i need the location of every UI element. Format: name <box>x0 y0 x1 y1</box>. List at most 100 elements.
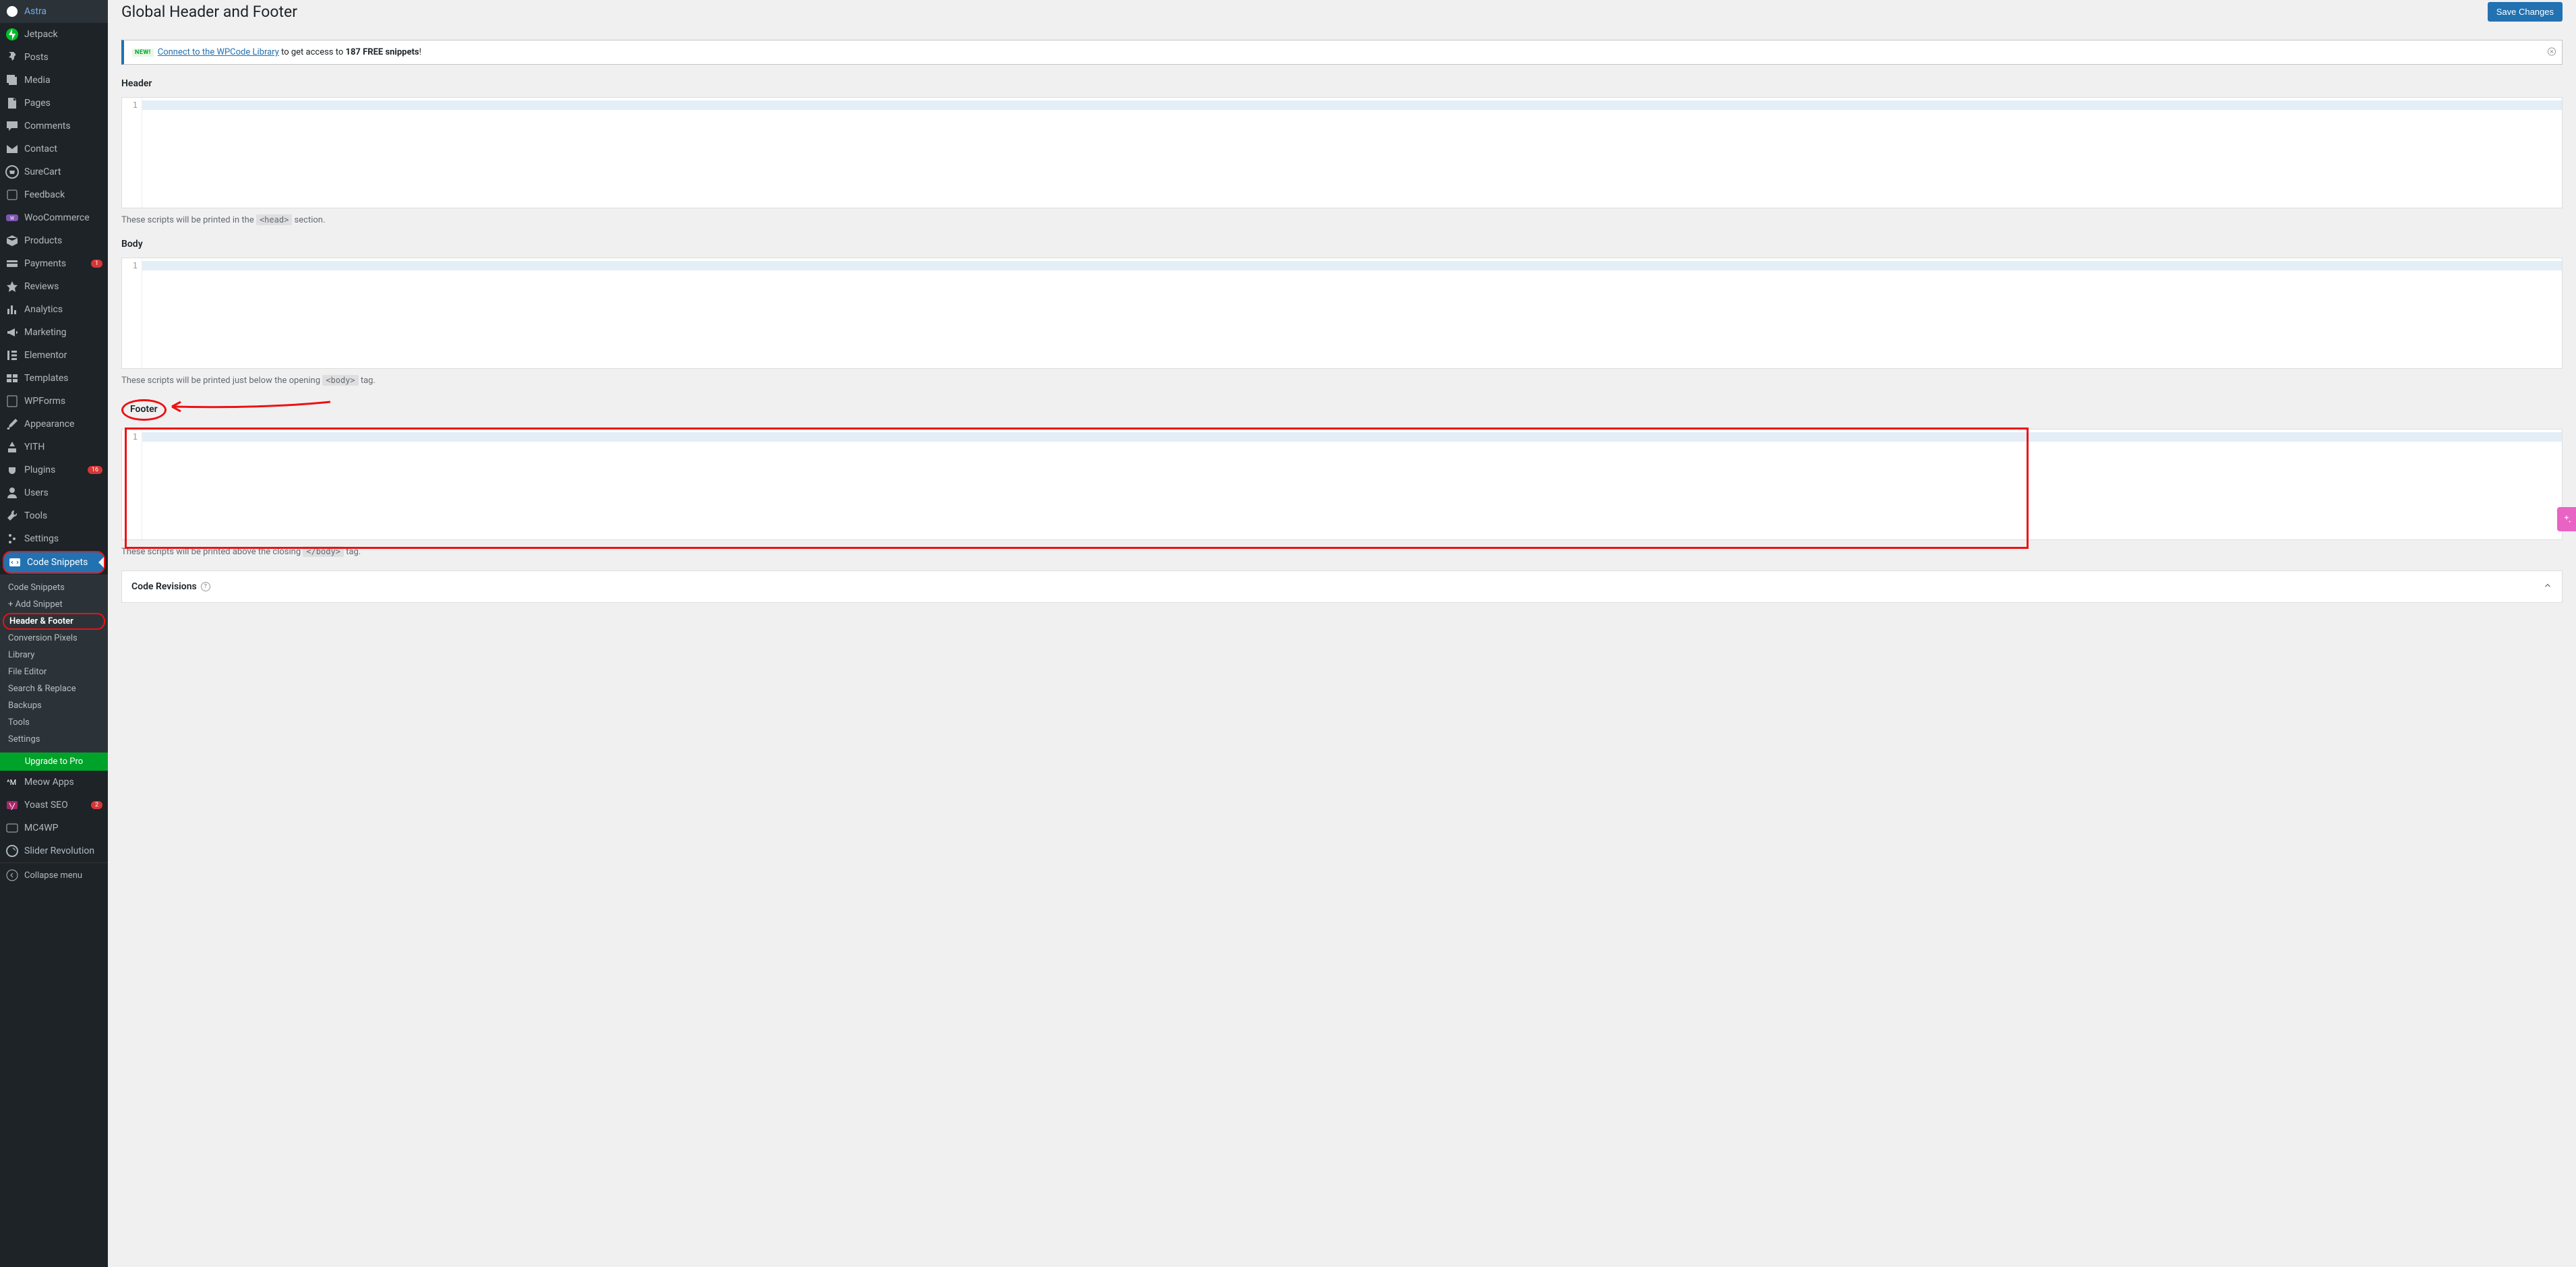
sidebar-sub-backups[interactable]: Backups <box>0 697 108 714</box>
save-button[interactable]: Save Changes <box>2488 2 2563 22</box>
sidebar-item-products[interactable]: Products <box>0 229 108 252</box>
sidebar-item-reviews[interactable]: Reviews <box>0 275 108 298</box>
mc4wp-icon <box>5 821 19 835</box>
header-section: Header 1 These scripts will be printed i… <box>121 78 2563 225</box>
admin-sidebar: Astra Jetpack Posts Media Pages Comments… <box>0 0 108 1267</box>
sidebar-item-feedback[interactable]: Feedback <box>0 183 108 206</box>
code-icon <box>8 556 22 569</box>
sidebar-item-marketing[interactable]: Marketing <box>0 321 108 344</box>
sidebar-label: Plugins <box>24 465 85 475</box>
sidebar-label: Meow Apps <box>24 777 102 788</box>
sidebar-label: Templates <box>24 373 102 384</box>
sidebar-label: Reviews <box>24 281 102 292</box>
box-icon <box>5 234 19 247</box>
feedback-icon <box>5 188 19 202</box>
page-header: Global Header and Footer Save Changes <box>121 0 2563 32</box>
code-body[interactable] <box>142 258 2562 368</box>
sidebar-item-mc4wp[interactable]: MC4WP <box>0 817 108 839</box>
sidebar-sub-settings[interactable]: Settings <box>0 731 108 748</box>
sidebar-item-posts[interactable]: Posts <box>0 46 108 69</box>
revisions-panel[interactable]: Code Revisions ? <box>121 570 2563 603</box>
sidebar-label: SureCart <box>24 167 102 177</box>
sidebar-sub-code-snippets[interactable]: Code Snippets <box>0 579 108 596</box>
sidebar-sub-add-snippet[interactable]: + Add Snippet <box>0 596 108 613</box>
sidebar-item-woocommerce[interactable]: W WooCommerce <box>0 206 108 229</box>
sidebar-item-templates[interactable]: Templates <box>0 367 108 390</box>
sidebar-item-yith[interactable]: YITH <box>0 436 108 459</box>
sidebar-label: Appearance <box>24 419 102 430</box>
pin-icon <box>5 51 19 64</box>
wrench-icon <box>5 509 19 523</box>
dismiss-icon[interactable] <box>2547 46 2556 59</box>
sidebar-item-slider-revolution[interactable]: Slider Revolution <box>0 839 108 862</box>
sidebar-label: Elementor <box>24 350 102 361</box>
sidebar-item-settings[interactable]: Settings <box>0 527 108 550</box>
sidebar-item-users[interactable]: Users <box>0 481 108 504</box>
sidebar-submenu: Code Snippets + Add Snippet Header & Foo… <box>0 574 108 753</box>
yoast-icon <box>5 798 19 812</box>
sidebar-item-media[interactable]: Media <box>0 69 108 92</box>
body-code-editor[interactable]: 1 <box>121 258 2563 369</box>
collapse-icon <box>5 868 19 882</box>
sidebar-label: Marketing <box>24 327 102 338</box>
sidebar-item-payments[interactable]: Payments 1 <box>0 252 108 275</box>
code-body[interactable] <box>142 98 2562 208</box>
sidebar-label: Feedback <box>24 189 102 200</box>
footer-code-editor[interactable]: 1 <box>121 429 2563 540</box>
sidebar-label: Jetpack <box>24 29 102 40</box>
header-code-editor[interactable]: 1 <box>121 97 2563 208</box>
sidebar-item-elementor[interactable]: Elementor <box>0 344 108 367</box>
body-section: Body 1 These scripts will be printed jus… <box>121 239 2563 386</box>
star-icon <box>5 280 19 293</box>
templates-icon <box>5 372 19 385</box>
sidebar-sub-library[interactable]: Library <box>0 647 108 664</box>
sidebar-sub-file-editor[interactable]: File Editor <box>0 664 108 680</box>
sidebar-item-analytics[interactable]: Analytics <box>0 298 108 321</box>
sidebar-item-contact[interactable]: Contact <box>0 138 108 160</box>
collapse-label: Collapse menu <box>24 871 82 881</box>
sidebar-label: Code Snippets <box>27 557 100 568</box>
sidebar-upgrade[interactable]: Upgrade to Pro <box>0 753 108 771</box>
header-title: Header <box>121 78 2563 89</box>
sidebar-item-plugins[interactable]: Plugins 16 <box>0 459 108 481</box>
logo-icon <box>5 5 19 18</box>
notice-link[interactable]: Connect to the WPCode Library <box>158 47 279 57</box>
sidebar-item-tools[interactable]: Tools <box>0 504 108 527</box>
chart-icon <box>5 303 19 316</box>
plugin-icon <box>5 463 19 477</box>
wpforms-icon <box>5 394 19 408</box>
sidebar-item-astra[interactable]: Astra <box>0 0 108 23</box>
media-icon <box>5 73 19 87</box>
notice-text: Connect to the WPCode Library to get acc… <box>158 47 421 57</box>
sidebar-item-pages[interactable]: Pages <box>0 92 108 115</box>
gutter: 1 <box>122 258 142 368</box>
chevron-up-icon[interactable] <box>2543 581 2552 593</box>
sidebar-label: Users <box>24 488 102 498</box>
floating-help-tab[interactable] <box>2557 507 2576 531</box>
body-desc: These scripts will be printed just below… <box>121 376 2563 386</box>
sidebar-sub-search-replace[interactable]: Search & Replace <box>0 680 108 697</box>
help-icon[interactable]: ? <box>201 582 210 591</box>
sidebar-sub-conversion-pixels[interactable]: Conversion Pixels <box>0 630 108 647</box>
comment-icon <box>5 119 19 133</box>
sidebar-collapse[interactable]: Collapse menu <box>0 862 108 887</box>
sidebar-item-comments[interactable]: Comments <box>0 115 108 138</box>
sidebar-item-jetpack[interactable]: Jetpack <box>0 23 108 46</box>
sidebar-sub-tools[interactable]: Tools <box>0 714 108 731</box>
gutter: 1 <box>122 98 142 208</box>
svg-text:W: W <box>10 216 15 221</box>
sidebar-item-surecart[interactable]: SureCart <box>0 160 108 183</box>
sidebar-item-appearance[interactable]: Appearance <box>0 413 108 436</box>
sidebar-item-wpforms[interactable]: WPForms <box>0 390 108 413</box>
sidebar-sub-header-footer[interactable]: Header & Footer <box>3 613 105 630</box>
woo-icon: W <box>5 211 19 225</box>
sidebar-item-code-snippets[interactable]: Code Snippets <box>3 551 105 574</box>
sidebar-label: Slider Revolution <box>24 846 102 856</box>
new-badge: NEW! <box>132 49 154 57</box>
main-content: Global Header and Footer Save Changes NE… <box>108 0 2576 616</box>
page-icon <box>5 96 19 110</box>
code-body[interactable] <box>142 430 2562 539</box>
sidebar-item-meow-apps[interactable]: ^M Meow Apps <box>0 771 108 794</box>
sidebar-item-yoast-seo[interactable]: Yoast SEO 2 <box>0 794 108 817</box>
sidebar-label: MC4WP <box>24 823 102 833</box>
